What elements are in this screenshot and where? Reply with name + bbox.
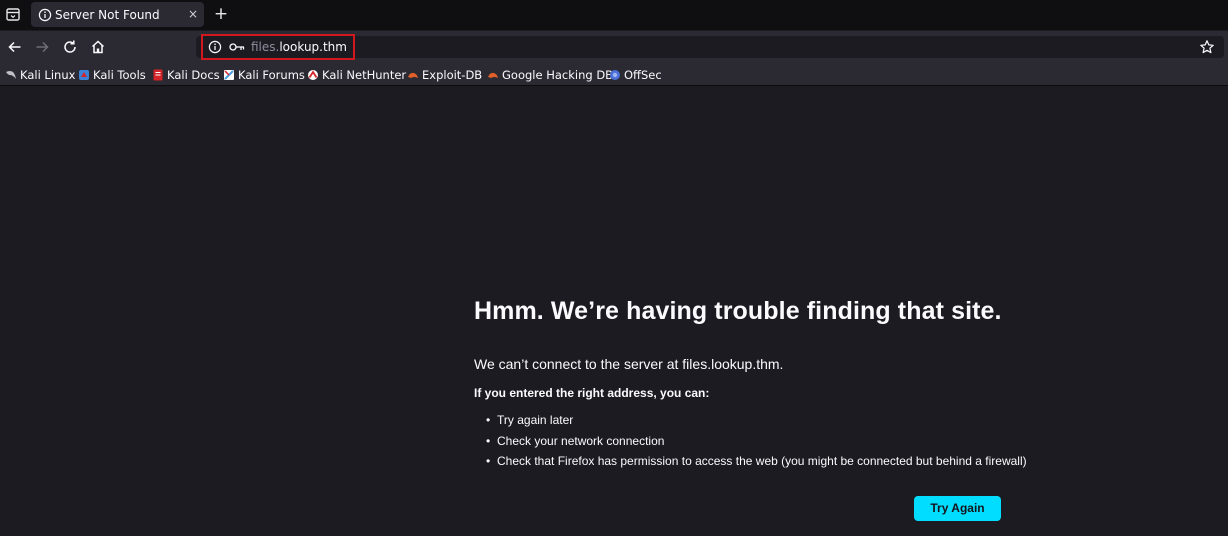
suggestion-text: Check that Firefox has permission to acc… — [497, 454, 1027, 468]
bookmarks-toolbar: Kali Linux Kali Tools Kali Docs Kali For… — [0, 63, 1228, 86]
tab-title: Server Not Found — [55, 8, 160, 22]
suggestion-item: • Check your network connection — [486, 434, 665, 448]
info-icon — [38, 8, 52, 22]
error-title: Hmm. We’re having trouble finding that s… — [474, 297, 1002, 325]
tab-list-icon[interactable] — [4, 5, 22, 23]
kali-nethunter-icon — [308, 70, 318, 80]
bookmark-label: Exploit-DB — [422, 68, 483, 82]
bookmark-google-hacking-db[interactable]: Google Hacking DB — [487, 67, 613, 83]
forward-arrow-icon[interactable] — [33, 38, 51, 56]
suggestion-item: • Check that Firefox has permission to ac… — [486, 454, 1027, 468]
try-again-button[interactable]: Try Again — [914, 496, 1001, 521]
key-icon[interactable] — [229, 41, 245, 53]
navigation-toolbar — [0, 31, 1228, 63]
bookmark-exploit-db[interactable]: Exploit-DB — [407, 67, 482, 83]
bookmark-label: OffSec — [624, 68, 662, 82]
error-hint: If you entered the right address, you ca… — [474, 386, 710, 400]
kali-dragon-icon — [6, 71, 16, 79]
kali-docs-icon — [153, 69, 163, 81]
bookmark-kali-linux[interactable]: Kali Linux — [5, 67, 75, 83]
bookmark-kali-docs[interactable]: Kali Docs — [152, 67, 220, 83]
back-arrow-icon[interactable] — [6, 38, 24, 56]
suggestion-text: Try again later — [497, 413, 574, 427]
bookmark-label: Kali Forums — [238, 68, 305, 82]
error-page: Hmm. We’re having trouble finding that s… — [0, 87, 1228, 536]
url-text[interactable]: files.lookup.thm — [251, 40, 347, 54]
url-bar[interactable] — [196, 36, 1224, 58]
kali-tools-icon — [79, 70, 89, 80]
bookmark-label: Kali NetHunter — [322, 68, 407, 82]
close-tab-icon[interactable]: × — [187, 7, 199, 21]
new-tab-button[interactable]: + — [212, 4, 230, 24]
bookmark-kali-tools[interactable]: Kali Tools — [78, 67, 146, 83]
bookmark-label: Kali Linux — [20, 68, 76, 82]
suggestion-item: • Try again later — [486, 413, 574, 427]
bookmark-label: Kali Docs — [167, 68, 220, 82]
reload-icon[interactable] — [61, 38, 79, 56]
bookmark-label: Kali Tools — [93, 68, 146, 82]
offsec-icon — [610, 70, 620, 80]
home-icon[interactable] — [89, 38, 107, 56]
url-subdomain: files. — [251, 40, 280, 54]
kali-forums-icon — [224, 70, 234, 80]
suggestion-text: Check your network connection — [497, 434, 665, 448]
error-description: We can’t connect to the server at files.… — [474, 356, 784, 372]
tab-active[interactable]: Server Not Found × — [31, 2, 204, 27]
site-info-icon[interactable] — [208, 40, 222, 54]
url-host: lookup.thm — [279, 40, 347, 54]
exploit-db-icon — [408, 72, 418, 78]
ghdb-icon — [488, 72, 498, 78]
bookmark-kali-forums[interactable]: Kali Forums — [223, 67, 305, 83]
tab-strip: Server Not Found × + — [0, 0, 1228, 30]
bookmark-kali-nethunter[interactable]: Kali NetHunter — [307, 67, 406, 83]
bookmark-star-icon[interactable] — [1199, 39, 1215, 55]
bookmark-offsec[interactable]: OffSec — [609, 67, 662, 83]
bookmark-label: Google Hacking DB — [502, 68, 614, 82]
